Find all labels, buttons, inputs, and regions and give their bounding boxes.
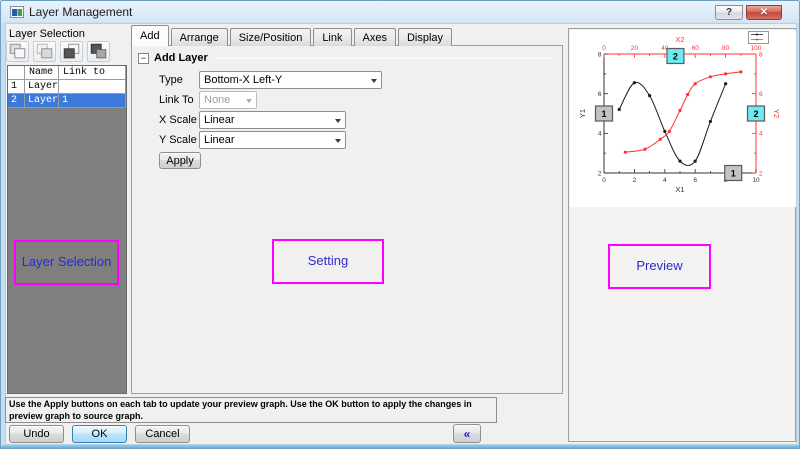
svg-text:60: 60: [692, 45, 700, 52]
link-to-cell: [59, 80, 126, 94]
svg-text:0: 0: [602, 177, 606, 184]
link-to-value: None: [200, 94, 242, 106]
preview-chart: 024681002040608010024682468X1X2Y1Y22121: [570, 30, 796, 207]
column-header-name: Name: [25, 66, 59, 80]
setting-annotation: Setting: [272, 239, 384, 284]
overlapping-layers-icon-3: [61, 41, 82, 62]
svg-text:2: 2: [598, 170, 602, 177]
svg-text:20: 20: [631, 45, 639, 52]
help-button[interactable]: ?: [715, 5, 743, 20]
preview-panel: 024681002040608010024682468X1X2Y1Y22121: [568, 28, 796, 442]
column-header-link: Link to: [59, 66, 126, 80]
window-title: Layer Management: [29, 5, 132, 19]
layer-tool-button-4[interactable]: [87, 41, 110, 62]
type-dropdown[interactable]: Bottom-X Left-Y: [199, 71, 382, 89]
group-title: Add Layer: [154, 52, 208, 64]
svg-text:4: 4: [663, 177, 667, 184]
table-row[interactable]: 1 Layer1: [8, 80, 126, 94]
chevron-down-icon: [367, 75, 381, 86]
svg-text:2: 2: [753, 109, 758, 119]
collapse-preview-button[interactable]: «: [453, 424, 481, 443]
overlapping-layers-icon-4: [88, 41, 109, 62]
layer-selection-heading: Layer Selection: [9, 28, 85, 40]
undo-button[interactable]: Undo: [9, 425, 64, 443]
layer-selection-annotation: Layer Selection: [14, 240, 119, 285]
svg-text:10: 10: [752, 177, 760, 184]
svg-text:2: 2: [633, 177, 637, 184]
link-to-cell: 1: [59, 94, 126, 108]
layer-name-cell: Layer1: [25, 80, 59, 94]
svg-text:6: 6: [759, 91, 763, 98]
app-icon: [10, 6, 24, 18]
svg-text:6: 6: [598, 91, 602, 98]
svg-text:X2: X2: [675, 35, 684, 44]
chevron-down-icon: [331, 115, 345, 126]
x-scale-label: X Scale: [159, 114, 197, 126]
svg-text:2: 2: [759, 170, 763, 177]
layer-table-header: Name Link to: [8, 66, 126, 80]
svg-text:4: 4: [759, 131, 763, 138]
svg-text:1: 1: [601, 109, 606, 119]
preview-annotation: Preview: [608, 244, 711, 289]
chevron-down-icon: [242, 95, 256, 106]
group-divider: [215, 58, 555, 59]
row-number: 2: [8, 94, 25, 108]
link-to-label: Link To: [159, 94, 194, 106]
ok-button[interactable]: OK: [72, 425, 127, 443]
type-label: Type: [159, 74, 183, 86]
footer-help-text: Use the Apply buttons on each tab to upd…: [5, 397, 497, 423]
x-scale-value: Linear: [200, 114, 331, 126]
tab-display[interactable]: Display: [398, 28, 452, 46]
group-collapse-toggle[interactable]: −: [138, 53, 149, 64]
overlapping-layers-icon-1: [7, 41, 28, 62]
layer-management-dialog: Layer Management ? ✕ Layer Selection Nam: [0, 0, 800, 449]
tab-arrange[interactable]: Arrange: [171, 28, 228, 46]
title-bar[interactable]: Layer Management ? ✕: [1, 1, 799, 23]
table-row-selected[interactable]: 2 Layer2 1: [8, 94, 126, 108]
layer-table: Name Link to 1 Layer1 2 Layer2 1: [7, 65, 127, 394]
layer-tool-button-2[interactable]: [33, 41, 56, 62]
svg-text:8: 8: [759, 51, 763, 58]
svg-text:6: 6: [693, 177, 697, 184]
window-frame-bottom: [1, 445, 799, 448]
svg-text:0: 0: [602, 45, 606, 52]
y-scale-label: Y Scale: [159, 134, 197, 146]
svg-text:8: 8: [598, 51, 602, 58]
tab-add[interactable]: Add: [131, 25, 169, 46]
cancel-button[interactable]: Cancel: [135, 425, 190, 443]
tab-strip: Add Arrange Size/Position Link Axes Disp…: [131, 25, 454, 46]
svg-text:80: 80: [722, 45, 730, 52]
settings-panel: [131, 45, 563, 394]
layer-tool-button-3[interactable]: [60, 41, 83, 62]
y-scale-value: Linear: [200, 134, 331, 146]
corner-cell: [8, 66, 25, 80]
apply-button[interactable]: Apply: [159, 152, 201, 169]
svg-text:2: 2: [673, 51, 678, 61]
link-to-dropdown: None: [199, 91, 257, 109]
close-button[interactable]: ✕: [746, 5, 782, 20]
y-scale-dropdown[interactable]: Linear: [199, 131, 346, 149]
svg-text:4: 4: [598, 131, 602, 138]
svg-text:X1: X1: [675, 185, 684, 194]
svg-text:1: 1: [731, 168, 736, 178]
layer-tool-button-1[interactable]: [6, 41, 29, 62]
tab-axes[interactable]: Axes: [354, 28, 396, 46]
tab-size-position[interactable]: Size/Position: [230, 28, 312, 46]
tab-link[interactable]: Link: [313, 28, 351, 46]
svg-text:Y1: Y1: [578, 109, 587, 118]
chevron-down-icon: [331, 135, 345, 146]
overlapping-layers-icon-2: [34, 41, 55, 62]
x-scale-dropdown[interactable]: Linear: [199, 111, 346, 129]
layer-name-cell: Layer2: [25, 94, 59, 108]
row-number: 1: [8, 80, 25, 94]
svg-text:Y2: Y2: [772, 109, 781, 118]
type-value: Bottom-X Left-Y: [200, 74, 367, 86]
